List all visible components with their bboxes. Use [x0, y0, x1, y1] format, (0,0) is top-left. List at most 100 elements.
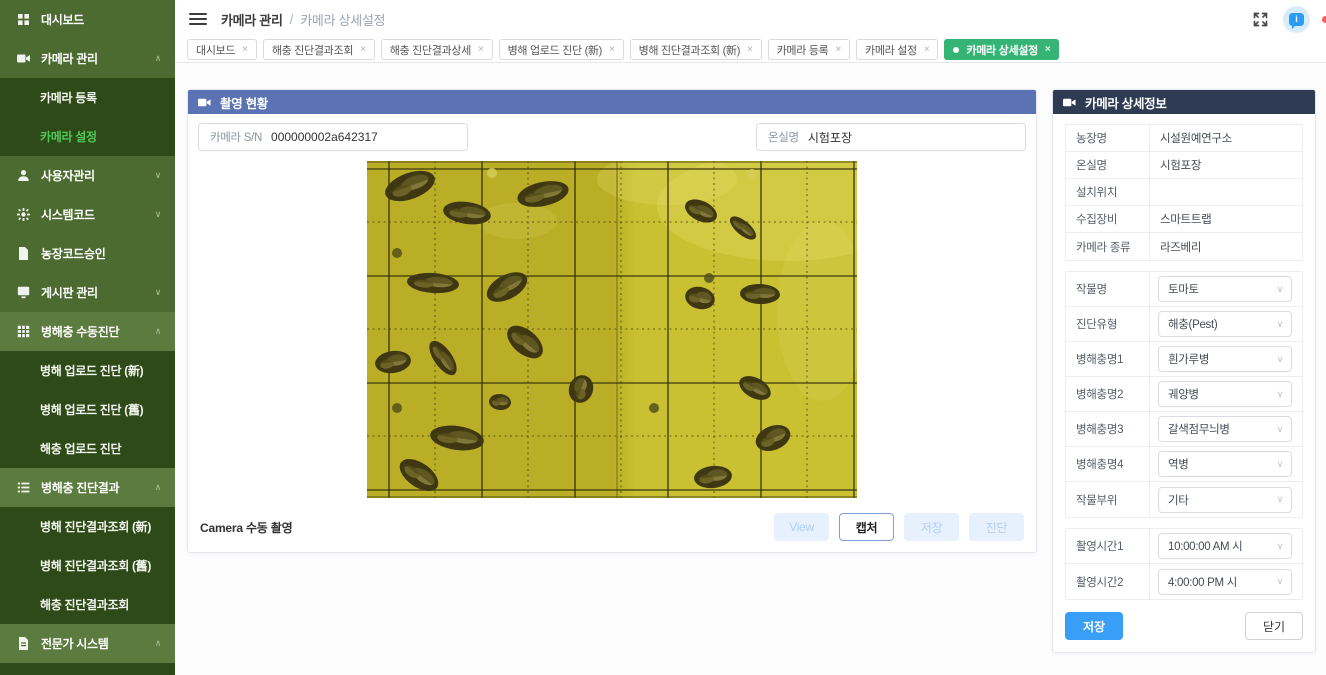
close-icon[interactable]: × [747, 44, 753, 55]
camera-icon [1063, 97, 1076, 108]
저장-button[interactable]: 저장 [904, 513, 959, 541]
sidebar-item-병해 업로드 진단 (新)[interactable]: 병해 업로드 진단 (新) [0, 351, 175, 390]
capture-time-label: 촬영시간1 [1066, 529, 1150, 563]
diagnosis-select-작물명[interactable]: 토마토∨ [1158, 276, 1292, 302]
tab-해충 진단결과조회[interactable]: 해충 진단결과조회× [263, 39, 375, 60]
sidebar-item-전문가 시스템[interactable]: 전문가 시스템∧ [0, 624, 175, 663]
table-row: 촬영시간1 10:00:00 AM 시∨ [1066, 529, 1302, 564]
diagnosis-select-병해충명4[interactable]: 역병∨ [1158, 451, 1292, 477]
main-column: 카메라 관리 / 카메라 상세설정 i 대시보드×해충 진단결과조회×해충 진단… [175, 0, 1326, 675]
breadcrumb: 카메라 관리 / 카메라 상세설정 [221, 10, 385, 29]
진단-button[interactable]: 진단 [969, 513, 1024, 541]
chevron-down-icon: ∨ [1277, 576, 1283, 587]
sidebar-item-카메라 관리[interactable]: 카메라 관리∧ [0, 39, 175, 78]
chevron-down-icon: ∨ [1277, 541, 1283, 552]
topbar-actions: i [1252, 6, 1310, 33]
sidebar-item-해충 업로드 진단[interactable]: 해충 업로드 진단 [0, 429, 175, 468]
diagnosis-select-병해충명3[interactable]: 갈색점무늬병∨ [1158, 416, 1292, 442]
table-row: 카메라 종류라즈베리 [1066, 233, 1302, 260]
sidebar-item-게시판 관리[interactable]: 게시판 관리∨ [0, 273, 175, 312]
detail-panel: 카메라 상세정보 농장명시설원예연구소온실명시험포장설치위치수집장비스마트트랩카… [1052, 89, 1316, 653]
sidebar-item-병해충 수동진단[interactable]: 병해충 수동진단∧ [0, 312, 175, 351]
table-row: 병해충명1 흰가루병∨ [1066, 342, 1302, 377]
chevron-down-icon: ∨ [1277, 319, 1283, 330]
capture-time-select-촬영시간1[interactable]: 10:00:00 AM 시∨ [1158, 533, 1292, 559]
view-button[interactable]: View [774, 513, 829, 541]
capture-panel-footer: Camera 수동 촬영 View 캡처 저장 진단 [188, 504, 1036, 552]
sidebar-item-카메라 등록[interactable]: 카메라 등록 [0, 78, 175, 117]
capture-time-label: 촬영시간2 [1066, 564, 1150, 599]
diagnosis-select-병해충명2[interactable]: 궤양병∨ [1158, 381, 1292, 407]
detail-panel-body: 농장명시설원예연구소온실명시험포장설치위치수집장비스마트트랩카메라 종류라즈베리… [1053, 114, 1315, 652]
breadcrumb-section[interactable]: 카메라 관리 [221, 10, 283, 29]
table-row: 설치위치 [1066, 179, 1302, 206]
tab-카메라 설정[interactable]: 카메라 설정 × [856, 39, 938, 60]
tab-병해 진단결과조회 (新)[interactable]: 병해 진단결과조회 (新) × [630, 39, 762, 60]
chevron-down-icon: ∨ [1277, 494, 1283, 505]
sidebar-item-병해 진단결과조회 (舊)[interactable]: 병해 진단결과조회 (舊) [0, 546, 175, 585]
tab-label: 병해 진단결과조회 (新) [639, 42, 741, 58]
manual-capture-label: Camera 수동 촬영 [200, 519, 292, 536]
sidebar-item-카메라 설정[interactable]: 카메라 설정 [0, 117, 175, 156]
chevron-up-icon: ∧ [155, 638, 161, 649]
close-icon[interactable]: × [242, 44, 248, 55]
notification-dot [1322, 16, 1326, 23]
sidebar-item-label: 시스템코드 [41, 206, 95, 223]
select-value: 궤양병 [1168, 386, 1199, 402]
sidebar-item-시스템코드[interactable]: 시스템코드∨ [0, 195, 175, 234]
diagnosis-select-작물부위[interactable]: 기타∨ [1158, 487, 1292, 513]
close-icon[interactable]: × [478, 44, 484, 55]
sidebar-item-대시보드[interactable]: 대시보드 [0, 0, 175, 39]
chat-icon[interactable]: i [1283, 6, 1310, 33]
sidebar-item-농장코드승인[interactable]: 농장코드승인 [0, 234, 175, 273]
diagnosis-select-table: 작물명토마토∨진단유형해충(Pest)∨병해충명1흰가루병∨병해충명2궤양병∨병… [1065, 271, 1303, 518]
diagnosis-label: 병해충명4 [1066, 447, 1150, 481]
tab-label: 카메라 설정 [865, 42, 917, 58]
content-area: 촬영 현황 카메라 S/N 온실명 [175, 63, 1326, 675]
sidebar-item-병해충 진단결과[interactable]: 병해충 진단결과∧ [0, 468, 175, 507]
greenhouse-field[interactable]: 온실명 [756, 123, 1026, 151]
diagnosis-label: 작물부위 [1066, 482, 1150, 517]
detail-panel-title: 카메라 상세정보 [1085, 93, 1167, 112]
greenhouse-input[interactable] [808, 125, 1025, 149]
sidebar-item-병해 업로드 진단 (舊)[interactable]: 병해 업로드 진단 (舊) [0, 390, 175, 429]
sticky-trap-photo [367, 161, 857, 498]
dashboard-icon [16, 13, 30, 27]
tab-해충 진단결과상세[interactable]: 해충 진단결과상세× [381, 39, 493, 60]
tab-대시보드[interactable]: 대시보드 × [187, 39, 257, 60]
expert-icon [16, 637, 30, 651]
close-icon[interactable]: × [835, 44, 841, 55]
capture-button-group: View 캡처 저장 진단 [774, 513, 1024, 541]
capture-time-select-촬영시간2[interactable]: 4:00:00 PM 시∨ [1158, 569, 1292, 595]
tab-label: 대시보드 [196, 42, 235, 58]
diagnosis-label: 병해충명2 [1066, 377, 1150, 411]
close-icon[interactable]: × [1045, 44, 1051, 55]
diagnosis-label: 병해충명1 [1066, 342, 1150, 376]
camera-sn-field[interactable]: 카메라 S/N [198, 123, 468, 151]
close-icon[interactable]: × [609, 44, 615, 55]
diagnosis-select-병해충명1[interactable]: 흰가루병∨ [1158, 346, 1292, 372]
capture-panel-title: 촬영 현황 [220, 93, 268, 112]
camera-sn-input[interactable] [271, 125, 467, 149]
table-row: 촬영시간2 4:00:00 PM 시∨ [1066, 564, 1302, 599]
diagnosis-select-진단유형[interactable]: 해충(Pest)∨ [1158, 311, 1292, 337]
close-icon[interactable]: × [924, 44, 930, 55]
tab-카메라 등록[interactable]: 카메라 등록× [768, 39, 850, 60]
save-button[interactable]: 저장 [1065, 612, 1123, 640]
close-icon[interactable]: × [360, 44, 366, 55]
trap-photo-wrap [198, 151, 1026, 504]
sidebar-item-해충 진단결과조회[interactable]: 해충 진단결과조회 [0, 585, 175, 624]
menu-icon[interactable] [189, 13, 207, 25]
diagnosis-label: 진단유형 [1066, 307, 1150, 341]
tab-병해 업로드 진단 (新)[interactable]: 병해 업로드 진단 (新)× [499, 39, 624, 60]
chevron-down-icon: ∨ [155, 287, 161, 298]
close-button[interactable]: 닫기 [1245, 612, 1303, 640]
tab-카메라 상세설정[interactable]: 카메라 상세설정× [944, 39, 1059, 60]
table-row: 농장명시설원예연구소 [1066, 125, 1302, 152]
캡처-button[interactable]: 캡처 [839, 513, 894, 541]
fullscreen-icon[interactable] [1252, 11, 1269, 28]
sidebar-item-병해 진단결과조회 (新)[interactable]: 병해 진단결과조회 (新) [0, 507, 175, 546]
sidebar-item-병해전문가판단[interactable]: 병해전문가판단 [0, 663, 175, 675]
sidebar-submenu: 병해전문가판단 [0, 663, 175, 675]
sidebar-item-사용자관리[interactable]: 사용자관리∨ [0, 156, 175, 195]
